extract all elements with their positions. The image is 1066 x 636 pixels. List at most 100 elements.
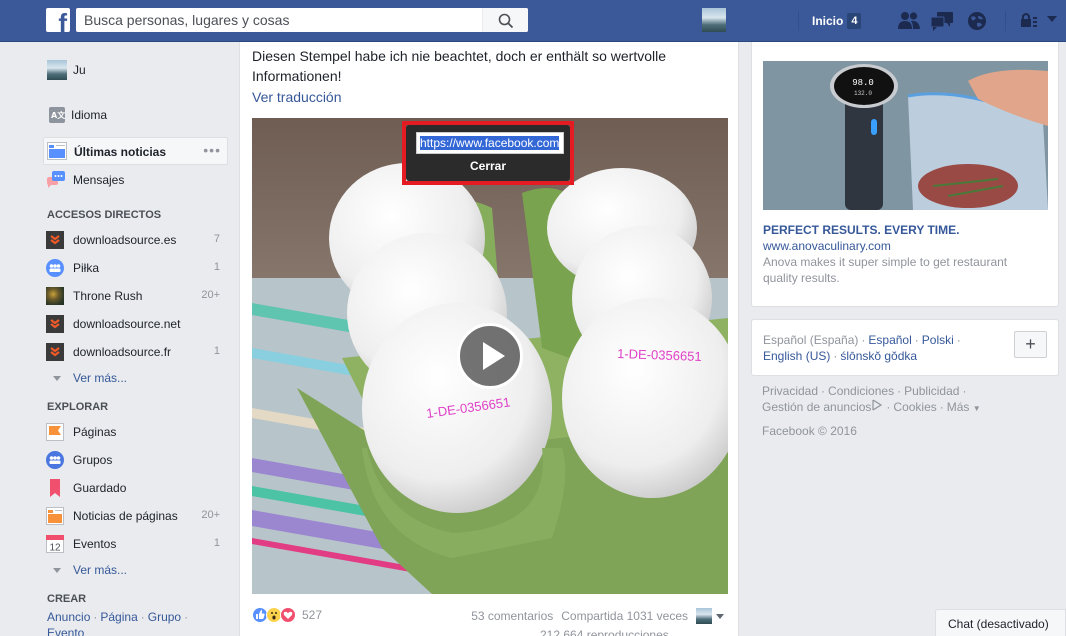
search-icon bbox=[498, 13, 514, 29]
more-link[interactable]: Más bbox=[947, 400, 970, 414]
see-more-label: Ver más... bbox=[73, 563, 128, 577]
create-page-link[interactable]: Página bbox=[100, 610, 137, 624]
friends-icon[interactable] bbox=[897, 10, 921, 32]
shortcut-count: 20+ bbox=[201, 289, 220, 301]
downloadsource-icon bbox=[46, 315, 64, 333]
video-player[interactable]: 1-DE-0356651 1-DE-0356651 https://www.fa… bbox=[252, 118, 728, 594]
messages-icon[interactable] bbox=[930, 10, 954, 32]
messages-label: Mensajes bbox=[73, 173, 125, 187]
sponsored-ad-card[interactable]: 98.0 132.0 PERFECT RESULTS. EVERY TIME. … bbox=[751, 42, 1059, 307]
shortcut-item[interactable]: Throne Rush 20+ bbox=[40, 282, 228, 310]
post-reactions-bar: 527 53 comentarios Compartida 1031 veces bbox=[252, 606, 728, 626]
shortcut-item[interactable]: downloadsource.fr 1 bbox=[40, 338, 228, 366]
create-group-link[interactable]: Grupo bbox=[148, 610, 181, 624]
shortcut-item[interactable]: downloadsource.es 7 bbox=[40, 226, 228, 254]
create-heading: CREAR bbox=[47, 593, 87, 605]
shortcut-item[interactable]: Piłka 1 bbox=[40, 254, 228, 282]
play-icon bbox=[483, 342, 505, 370]
group-icon bbox=[46, 259, 64, 277]
language-label: Idioma bbox=[71, 108, 108, 122]
play-button[interactable] bbox=[457, 323, 523, 389]
sidebar-item-profile[interactable]: Ju bbox=[40, 56, 228, 84]
shortcut-item[interactable]: downloadsource.net bbox=[40, 310, 228, 338]
video-url-text: https://www.facebook.com bbox=[420, 136, 560, 150]
ad-image[interactable]: 98.0 132.0 bbox=[763, 61, 1048, 210]
svg-text:132.0: 132.0 bbox=[854, 90, 872, 97]
ad-choices-icon bbox=[872, 399, 883, 411]
cookies-link[interactable]: Cookies bbox=[893, 400, 936, 414]
privacy-lock-icon[interactable] bbox=[1018, 10, 1042, 32]
create-ad-link[interactable]: Anuncio bbox=[47, 610, 90, 624]
comments-count-link[interactable]: 53 comentarios bbox=[471, 609, 553, 623]
video-url-popup: https://www.facebook.com Cerrar bbox=[402, 121, 574, 185]
see-more-label: Ver más... bbox=[73, 371, 128, 385]
language-option[interactable]: Polski bbox=[922, 333, 954, 347]
post-as-avatar[interactable] bbox=[696, 608, 712, 624]
chat-tab[interactable]: Chat (desactivado) bbox=[935, 609, 1066, 636]
search-button[interactable] bbox=[482, 8, 528, 32]
sidebar-item-saved[interactable]: Guardado bbox=[40, 474, 228, 502]
ad-title[interactable]: PERFECT RESULTS. EVERY TIME. bbox=[763, 223, 959, 237]
chevron-down-icon[interactable]: ▼ bbox=[973, 404, 981, 413]
nav-divider bbox=[1005, 11, 1006, 31]
pages-flag-icon bbox=[46, 423, 64, 441]
language-option[interactable]: English (US) bbox=[763, 349, 830, 363]
ad-product-image: 98.0 132.0 bbox=[763, 61, 1048, 210]
url-popup-body: https://www.facebook.com Cerrar bbox=[406, 125, 570, 181]
advertising-link[interactable]: Publicidad bbox=[904, 384, 959, 398]
explore-label: Páginas bbox=[73, 425, 117, 439]
sidebar-item-language[interactable]: A文 Idioma bbox=[40, 101, 228, 129]
see-translation-link[interactable]: Ver traducción bbox=[252, 89, 342, 105]
shortcut-label: Piłka bbox=[73, 261, 100, 275]
current-language: Español (España) bbox=[763, 333, 859, 347]
shares-count-link[interactable]: Compartida 1031 veces bbox=[561, 609, 688, 623]
close-url-popup-button[interactable]: Cerrar bbox=[406, 159, 570, 173]
home-link[interactable]: Inicio 4 bbox=[812, 11, 862, 31]
sidebar-item-events[interactable]: 12 Eventos 1 bbox=[40, 530, 228, 558]
profile-name: Ju bbox=[73, 63, 86, 77]
search-box bbox=[76, 8, 528, 32]
language-option[interactable]: ślōnskŏ gŏdka bbox=[840, 349, 917, 363]
svg-text:98.0: 98.0 bbox=[852, 78, 874, 88]
ad-choices-link[interactable]: Gestión de anuncios bbox=[762, 400, 871, 414]
chevron-down-icon bbox=[53, 568, 61, 573]
terms-link[interactable]: Condiciones bbox=[828, 384, 894, 398]
privacy-link[interactable]: Privacidad bbox=[762, 384, 818, 398]
sidebar-item-pages[interactable]: Páginas bbox=[40, 418, 228, 446]
language-option[interactable]: Español bbox=[868, 333, 911, 347]
profile-avatar[interactable] bbox=[702, 8, 726, 32]
search-input[interactable] bbox=[84, 11, 474, 29]
svg-text:12: 12 bbox=[49, 543, 61, 554]
shortcut-label: downloadsource.fr bbox=[73, 345, 172, 359]
shortcut-count: 7 bbox=[213, 233, 220, 245]
downloadsource-icon bbox=[46, 343, 64, 361]
account-caret-icon[interactable] bbox=[1047, 16, 1057, 22]
shortcut-count: 1 bbox=[213, 261, 220, 273]
create-links: Anuncio · Página · Grupo · Evento bbox=[47, 609, 227, 636]
home-label: Inicio bbox=[812, 14, 844, 28]
explore-heading: EXPLORAR bbox=[47, 401, 109, 413]
add-language-button[interactable]: + bbox=[1014, 331, 1047, 358]
reaction-icons[interactable] bbox=[252, 607, 296, 623]
shortcut-label: downloadsource.es bbox=[73, 233, 177, 247]
facebook-logo-icon[interactable]: f bbox=[46, 8, 70, 32]
notifications-globe-icon[interactable] bbox=[965, 10, 989, 32]
ad-domain[interactable]: www.anovaculinary.com bbox=[763, 239, 891, 253]
explore-label: Eventos bbox=[73, 537, 117, 551]
messages-icon bbox=[47, 171, 65, 188]
profile-avatar bbox=[47, 60, 67, 80]
create-event-link[interactable]: Evento bbox=[47, 626, 84, 636]
sidebar-item-groups[interactable]: Grupos bbox=[40, 446, 228, 474]
explore-label: Guardado bbox=[73, 481, 127, 495]
chevron-down-icon[interactable] bbox=[716, 613, 724, 619]
video-url-field[interactable]: https://www.facebook.com bbox=[416, 132, 564, 154]
sidebar-item-messages[interactable]: Mensajes bbox=[40, 166, 228, 194]
sidebar-item-news-feed[interactable]: Últimas noticias ••• bbox=[43, 137, 228, 165]
explore-count: 1 bbox=[213, 537, 220, 549]
reaction-count[interactable]: 527 bbox=[302, 608, 322, 622]
sidebar-item-pages-feed[interactable]: Noticias de páginas 20+ bbox=[40, 502, 228, 530]
shortcut-label: Throne Rush bbox=[73, 289, 143, 303]
downloadsource-icon bbox=[46, 231, 64, 249]
language-selector-card: Español (España) · Español · Polski · English … bbox=[751, 319, 1059, 376]
more-options-icon[interactable]: ••• bbox=[203, 142, 221, 158]
